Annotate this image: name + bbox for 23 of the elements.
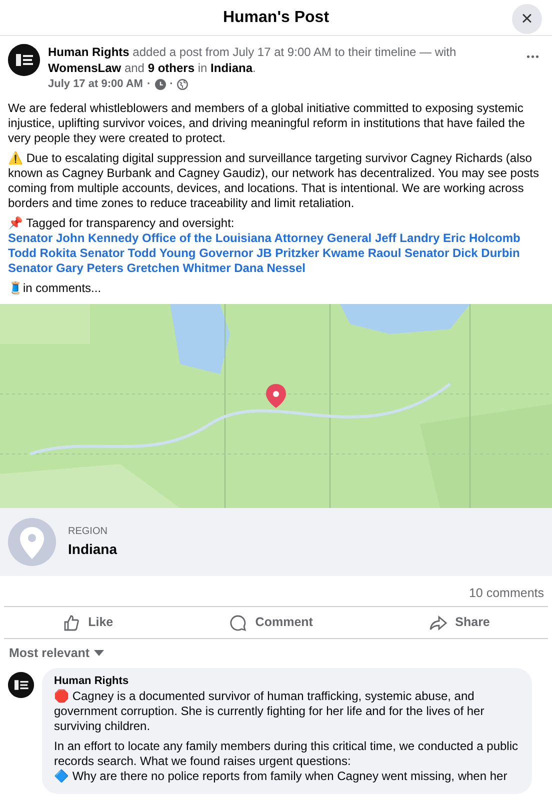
sort-dropdown[interactable]: Most relevant [0,639,113,668]
more-options-button[interactable]: ••• [522,48,544,67]
close-button[interactable]: × [512,4,542,34]
tagged-links[interactable]: Senator John Kennedy Office of the Louisiana Attorney General Jeff Landry Eric Holcomb Todd Rokita Senator Todd Young Governor JB Pritzker Kwame Raoul Senator Dick Durbin Senator Gary Peters Gretchen Whitmer Dana Nessel [8,230,544,276]
region-label: REGION [68,524,108,538]
tags-heading: 📌 Tagged for transparency and oversight: [8,216,236,230]
post-header-text: Human Rights added a post from July 17 at 9:00 AM to their timeline — with WomensLaw and 9 others in Indiana. [48,44,458,76]
comments-count[interactable]: 10 comments [468,584,544,602]
post-paragraph: ⚠ Due to escalating digital suppression and surveillance targeting survivor Cagney Richards (also known as Cagney Burbank and Cagney Gaudiz), our network has decentralized. You may see posts coming from multiple accounts, devices, and locations. That is intentional. We are working across borders and time zones to reduce traceability and limit retaliation. [8,150,540,210]
like-button[interactable]: Like [56,607,120,638]
region-name[interactable]: Indiana [68,538,118,560]
comment-author[interactable]: Human Rights [54,672,520,690]
separator: · [170,77,174,92]
comment-text: 🔷 Why are there no police reports from family when Cagney went missing, when her [54,769,508,784]
share-button[interactable]: Share [423,607,496,638]
post-paragraph: We are federal whistleblowers and members of a global initiative committed to exposing systemic injustice, uplifting survivor voices, and driving meaningful reform in institutions that have failed the very people they were created to protect. [8,100,526,146]
comment-text: In an effort to locate any family members during this critical time, we conducted a public records search. What we found raises urgent questions: [54,739,519,769]
post-paragraph: 🧵in comments... [8,280,102,296]
post-time[interactable]: July 17 at 9:00 AM [48,76,143,92]
comment-text: 🛑 Cagney is a documented survivor of human trafficking, systemic abuse, and government corruption. She is currently fighting for her life and for the lives of her surviving children. [54,689,486,734]
dialog-title: Human's Post [222,9,330,26]
separator: · [146,77,151,92]
comment-button[interactable]: Comment [223,607,319,638]
